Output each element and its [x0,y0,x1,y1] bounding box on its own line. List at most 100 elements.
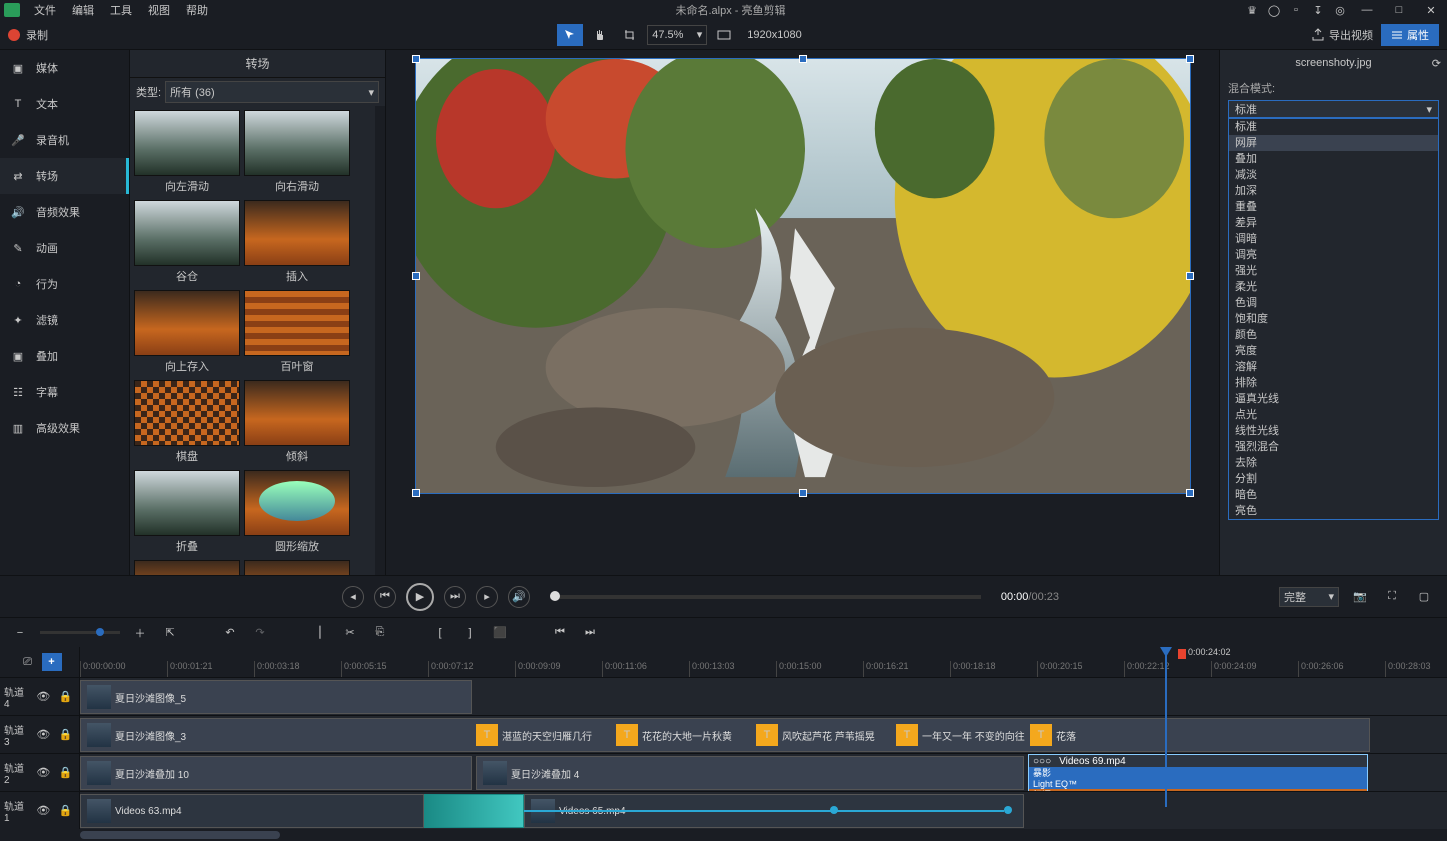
track-visibility-icon[interactable]: 👁 [34,725,52,745]
transition-item[interactable]: 谷仓 [134,200,240,286]
blend-option[interactable]: 亮色 [1229,503,1438,519]
timeline-zoom-slider[interactable] [40,631,120,634]
clip-effect[interactable]: Light EQ™ [1029,778,1367,789]
play-button[interactable]: ▶ [406,583,434,611]
transition-item[interactable]: 向右滑动 [244,110,350,196]
tool-crop[interactable] [617,24,643,46]
resize-handle[interactable] [1186,489,1194,497]
eye-icon[interactable]: ◎ [1333,3,1347,17]
sidebar-item-behavior[interactable]: ◔行为 [0,266,129,302]
text-marker[interactable]: T [896,724,918,746]
snapshot-button[interactable]: 📷 [1349,586,1371,608]
window-maximize[interactable]: □ [1387,2,1411,18]
blend-option[interactable]: 颜色 [1229,327,1438,343]
timeline-ruler[interactable]: 0:00:24:02 0:00:00:00 0:00:01:21 0:00:03… [80,647,1447,677]
volume-line[interactable] [524,810,1004,812]
sidebar-item-subtitle[interactable]: ☷字幕 [0,374,129,410]
magnet-icon[interactable]: ⎚ [18,652,38,672]
record-dot-icon[interactable] [8,29,20,41]
track-lock-icon[interactable]: 🔒 [57,763,75,783]
resize-handle[interactable] [1186,272,1194,280]
sidebar-item-transition[interactable]: ⇄转场 [0,158,129,194]
menu-edit[interactable]: 编辑 [64,0,102,20]
blend-option[interactable]: 柔光 [1229,279,1438,295]
resize-handle[interactable] [412,55,420,63]
clip-effect[interactable]: 暴影 [1029,767,1367,778]
sidebar-item-voice[interactable]: 🎤录音机 [0,122,129,158]
blend-option[interactable]: 网屏 [1229,135,1438,151]
resize-handle[interactable] [412,489,420,497]
cut-button[interactable]: ✂ [340,623,360,643]
step-fwd-button[interactable]: ⏭ [444,586,466,608]
tool-hand[interactable] [587,24,613,46]
transition-item[interactable]: 百叶窗 [244,290,350,376]
sidebar-item-text[interactable]: T文本 [0,86,129,122]
user-icon[interactable]: ◯ [1267,3,1281,17]
blend-option[interactable]: 加深 [1229,183,1438,199]
resize-handle[interactable] [412,272,420,280]
blend-option[interactable]: 溶解 [1229,359,1438,375]
text-marker[interactable]: T [1030,724,1052,746]
transition-item[interactable]: 棋盘 [134,380,240,466]
blend-option[interactable]: 标准 [1229,119,1438,135]
crown-icon[interactable]: ♛ [1245,3,1259,17]
timeline-h-scrollbar[interactable] [0,829,1447,841]
goto-start-button[interactable]: ⏮ [550,623,570,643]
sidebar-item-filter[interactable]: ✦滤镜 [0,302,129,338]
blend-option[interactable]: 亮度 [1229,343,1438,359]
blend-option[interactable]: 逼真光线 [1229,391,1438,407]
transition-type-select[interactable]: 所有 (36)▾ [165,81,379,103]
menu-view[interactable]: 视图 [140,0,178,20]
resize-handle[interactable] [799,489,807,497]
next-frame-button[interactable]: ▸ [476,586,498,608]
sidebar-item-media[interactable]: ▣媒体 [0,50,129,86]
record-label[interactable]: 录制 [26,27,48,43]
transition-item[interactable] [134,560,240,575]
volume-button[interactable]: 🔊 [508,586,530,608]
playback-scrubber[interactable] [550,595,981,599]
window-close[interactable]: ✕ [1419,2,1443,18]
transition-item[interactable] [244,560,350,575]
zoom-fit-button[interactable]: ⇱ [160,623,180,643]
blend-option[interactable]: 重叠 [1229,199,1438,215]
properties-button[interactable]: 属性 [1381,24,1439,46]
timeline-clip-selected[interactable]: ○○○Videos 69.mp4 暴影 Light EQ™ 标语 [1028,754,1368,791]
blend-option[interactable]: 差异 [1229,215,1438,231]
undo-button[interactable]: ↶ [220,623,240,643]
redo-button[interactable]: ↷ [250,623,270,643]
timeline-clip[interactable]: 夏日沙滩叠加 4 [476,756,1024,790]
blend-option[interactable]: 色调 [1229,295,1438,311]
zoom-percent-select[interactable]: 47.5%▾ [647,25,707,45]
transitions-grid[interactable]: 向左滑动 向右滑动 谷仓 插入 向上存入 百叶窗 棋盘 倾斜 折叠 圆形缩放 [130,106,375,575]
prev-frame-button[interactable]: ◂ [342,586,364,608]
blend-option[interactable]: 点光 [1229,407,1438,423]
fullscreen-button[interactable]: ⛶ [1381,586,1403,608]
sidebar-item-animation[interactable]: ✎动画 [0,230,129,266]
transition-clip[interactable] [424,794,524,828]
download-icon[interactable]: ↧ [1311,3,1325,17]
add-track-button[interactable]: + [42,653,62,671]
blend-option[interactable]: 线性光线 [1229,423,1438,439]
step-back-button[interactable]: ⏮ [374,586,396,608]
save-icon[interactable]: ▫ [1289,3,1303,17]
end-marker[interactable] [1178,649,1186,659]
text-marker[interactable]: T [476,724,498,746]
track-lock-icon[interactable]: 🔒 [57,687,75,707]
split-button[interactable]: ⎮ [310,623,330,643]
transition-item[interactable]: 向上存入 [134,290,240,376]
blend-mode-select[interactable]: 标准▾ [1228,100,1439,118]
export-video-button[interactable]: 导出视频 [1311,27,1373,43]
track-lock-icon[interactable]: 🔒 [57,801,75,821]
marker-button[interactable]: ⬛ [490,623,510,643]
playhead[interactable] [1165,647,1167,807]
text-marker[interactable]: T [616,724,638,746]
aspect-icon[interactable] [711,24,737,46]
transition-item[interactable]: 倾斜 [244,380,350,466]
text-marker[interactable]: T [756,724,778,746]
menu-file[interactable]: 文件 [26,0,64,20]
blend-option[interactable]: 暗色 [1229,487,1438,503]
blend-option[interactable]: 减淡 [1229,167,1438,183]
track-visibility-icon[interactable]: 👁 [34,801,52,821]
clip-effect[interactable]: 标语 [1029,789,1367,791]
sidebar-item-audio-fx[interactable]: 🔊音频效果 [0,194,129,230]
